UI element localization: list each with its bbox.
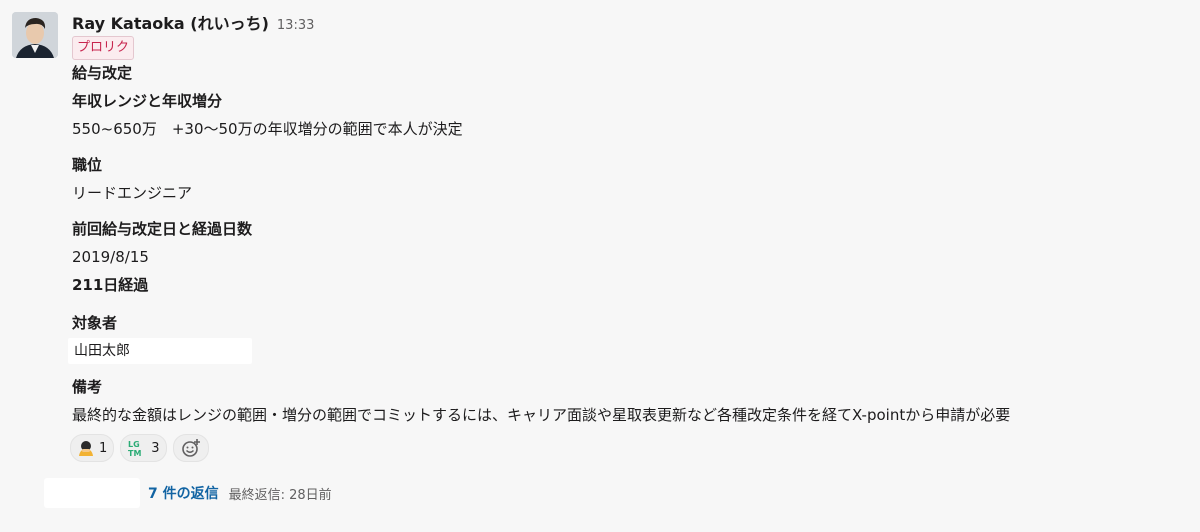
author-name[interactable]: Ray Kataoka (れいっち) <box>72 10 269 34</box>
timestamp[interactable]: 13:33 <box>277 18 314 33</box>
status-badge: プロリク <box>72 36 135 60</box>
add-reaction-button[interactable] <box>172 434 209 462</box>
add-reaction-icon <box>181 439 200 457</box>
position-heading: 職位 <box>72 156 103 174</box>
reaction-count: 1 <box>99 440 108 456</box>
message-title: 給与改定 <box>72 64 133 82</box>
svg-text:LG: LG <box>128 440 140 449</box>
last-reply-time: 最終返信: 28日前 <box>228 487 332 503</box>
bowing-person-icon <box>79 441 93 456</box>
avatar-photo-icon <box>12 12 58 58</box>
thread-summary: 7 件の返信 最終返信: 28日前 <box>44 478 332 508</box>
position-value: リードエンジニア <box>72 184 193 202</box>
reaction-count: 3 <box>151 440 160 456</box>
replies-link[interactable]: 7 件の返信 <box>148 483 219 503</box>
reaction-bar: 1 LG TM 3 <box>70 434 209 462</box>
notes-value: 最終的な金額はレンジの範囲・増分の範囲でコミットするには、キャリア面談や星取表更… <box>72 406 1011 424</box>
svg-text:TM: TM <box>128 449 141 458</box>
message-header: Ray Kataoka (れいっち) 13:33 <box>72 10 314 34</box>
reply-avatars[interactable] <box>44 478 140 508</box>
target-heading: 対象者 <box>72 314 118 332</box>
elapsed-days: 211日経過 <box>72 276 149 294</box>
range-heading: 年収レンジと年収増分 <box>72 92 223 110</box>
reaction-bowing[interactable]: 1 <box>70 434 115 462</box>
message: Ray Kataoka (れいっち) 13:33 プロリク 給与改定 年収レンジ… <box>0 0 1200 532</box>
target-value: 山田太郎 <box>74 343 130 359</box>
last-revision-date: 2019/8/15 <box>72 248 149 266</box>
lgtm-icon: LG TM <box>128 440 141 458</box>
notes-heading: 備考 <box>72 378 103 396</box>
last-revision-heading: 前回給与改定日と経過日数 <box>72 220 253 238</box>
author-avatar[interactable] <box>12 12 58 58</box>
reaction-lgtm[interactable]: LG TM 3 <box>120 434 167 462</box>
range-value: 550~650万 +30〜50万の年収増分の範囲で本人が決定 <box>72 120 463 138</box>
